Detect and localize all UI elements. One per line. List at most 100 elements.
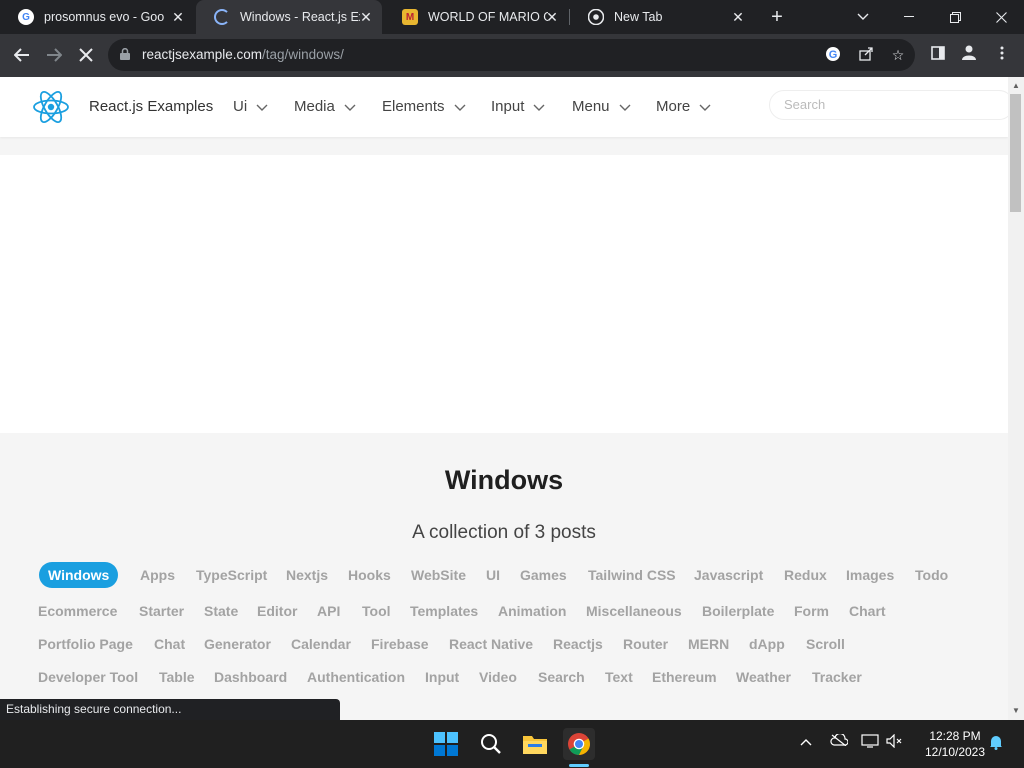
google-lens-icon[interactable]: G: [824, 46, 842, 64]
menu-menu[interactable]: Menu: [572, 98, 631, 115]
react-logo-icon[interactable]: [32, 89, 70, 125]
tag-dapp[interactable]: dApp: [749, 636, 785, 652]
tag-portfolio-page[interactable]: Portfolio Page: [38, 636, 133, 652]
show-hidden-icons-icon[interactable]: [796, 734, 816, 749]
tag-javascript[interactable]: Javascript: [694, 567, 763, 583]
tag-reactjs[interactable]: Reactjs: [553, 636, 603, 652]
tag-search[interactable]: Search: [538, 669, 585, 685]
browser-tab-4[interactable]: New Tab ✕: [570, 0, 754, 34]
volume-muted-icon[interactable]: [885, 733, 905, 751]
bookmark-star-icon[interactable]: ☆: [889, 46, 907, 64]
google-icon: G: [18, 9, 34, 25]
close-tab-icon[interactable]: ✕: [730, 9, 746, 25]
close-tab-icon[interactable]: ✕: [358, 9, 374, 25]
tag-ecommerce[interactable]: Ecommerce: [38, 603, 117, 619]
tag-tracker[interactable]: Tracker: [812, 669, 862, 685]
tag-input[interactable]: Input: [425, 669, 459, 685]
page-scrollbar[interactable]: ▲ ▼: [1008, 77, 1024, 720]
tab-title: prosomnus evo - Goog: [44, 10, 164, 24]
scroll-up-icon[interactable]: ▲: [1008, 79, 1024, 93]
tag-apps[interactable]: Apps: [140, 567, 175, 583]
tag-form[interactable]: Form: [794, 603, 829, 619]
tag-website[interactable]: WebSite: [411, 567, 466, 583]
tag-images[interactable]: Images: [846, 567, 894, 583]
menu-elements[interactable]: Elements: [382, 98, 466, 115]
menu-media[interactable]: Media: [294, 98, 356, 115]
scroll-down-icon[interactable]: ▼: [1008, 704, 1024, 718]
display-icon[interactable]: [860, 734, 880, 751]
tag-windows[interactable]: Windows: [39, 562, 119, 588]
search-icon[interactable]: [475, 728, 507, 760]
menu-ui[interactable]: Ui: [233, 98, 268, 115]
tag-ui[interactable]: UI: [486, 567, 500, 583]
tag-mern[interactable]: MERN: [688, 636, 729, 652]
tag-authentication[interactable]: Authentication: [307, 669, 405, 685]
tag-starter[interactable]: Starter: [139, 603, 184, 619]
scrollbar-thumb[interactable]: [1010, 94, 1021, 212]
tag-miscellaneous[interactable]: Miscellaneous: [586, 603, 682, 619]
close-tab-icon[interactable]: ✕: [170, 9, 186, 25]
share-icon[interactable]: [857, 46, 875, 64]
windows-start-icon[interactable]: [430, 728, 462, 760]
tag-firebase[interactable]: Firebase: [371, 636, 429, 652]
tag-generator[interactable]: Generator: [204, 636, 271, 652]
profile-icon[interactable]: [958, 44, 980, 66]
side-panel-icon[interactable]: [927, 44, 949, 66]
close-window-icon[interactable]: [978, 0, 1024, 34]
search-input[interactable]: Search: [769, 90, 1008, 120]
tag-calendar[interactable]: Calendar: [291, 636, 351, 652]
tag-games[interactable]: Games: [520, 567, 567, 583]
site-brand-link[interactable]: React.js Examples: [89, 98, 213, 115]
menu-more[interactable]: More: [656, 98, 711, 115]
tag-react-native[interactable]: React Native: [449, 636, 533, 652]
forward-icon[interactable]: [40, 41, 68, 69]
minimize-icon[interactable]: [886, 0, 932, 34]
browser-tab-1[interactable]: G prosomnus evo - Goog ✕: [0, 0, 194, 34]
tag-video[interactable]: Video: [479, 669, 517, 685]
browser-tab-2[interactable]: Windows - React.js Exa ✕: [196, 0, 382, 34]
tag-table[interactable]: Table: [159, 669, 195, 685]
back-icon[interactable]: [8, 41, 36, 69]
tag-nextjs[interactable]: Nextjs: [286, 567, 328, 583]
tag-chat[interactable]: Chat: [154, 636, 185, 652]
onedrive-icon[interactable]: [829, 732, 849, 749]
chrome-taskbar-icon[interactable]: [563, 728, 595, 760]
tag-todo[interactable]: Todo: [915, 567, 948, 583]
new-tab-button[interactable]: +: [754, 0, 800, 34]
tag-hooks[interactable]: Hooks: [348, 567, 391, 583]
tag-weather[interactable]: Weather: [736, 669, 791, 685]
file-explorer-icon[interactable]: [519, 728, 551, 760]
tag-text[interactable]: Text: [605, 669, 633, 685]
address-bar[interactable]: reactjsexample.com/tag/windows/ G ☆: [108, 39, 915, 71]
tag-templates[interactable]: Templates: [410, 603, 478, 619]
site-header: React.js Examples Ui Media Elements Inpu…: [0, 77, 1008, 137]
tag-state[interactable]: State: [204, 603, 238, 619]
tag-boilerplate[interactable]: Boilerplate: [702, 603, 774, 619]
stop-loading-icon[interactable]: [72, 41, 100, 69]
tab-title: New Tab: [614, 10, 663, 24]
tag-ethereum[interactable]: Ethereum: [652, 669, 717, 685]
close-tab-icon[interactable]: ✕: [544, 9, 560, 25]
system-clock[interactable]: 12:28 PM 12/10/2023: [914, 728, 996, 760]
tag-chart[interactable]: Chart: [849, 603, 886, 619]
tab-search-icon[interactable]: [840, 0, 886, 34]
chevron-down-icon: [454, 104, 466, 111]
tag-redux[interactable]: Redux: [784, 567, 827, 583]
ad-placeholder: [0, 155, 1008, 433]
notification-bell-icon[interactable]: [986, 734, 1006, 753]
tag-typescript[interactable]: TypeScript: [196, 567, 267, 583]
tag-scroll[interactable]: Scroll: [806, 636, 845, 652]
url-text: reactjsexample.com/tag/windows/: [142, 47, 344, 62]
menu-input[interactable]: Input: [491, 98, 545, 115]
more-menu-icon[interactable]: [991, 44, 1013, 66]
tag-router[interactable]: Router: [623, 636, 668, 652]
tag-editor[interactable]: Editor: [257, 603, 297, 619]
tag-developer-tool[interactable]: Developer Tool: [38, 669, 138, 685]
tag-tool[interactable]: Tool: [362, 603, 391, 619]
tag-dashboard[interactable]: Dashboard: [214, 669, 287, 685]
tag-tailwind-css[interactable]: Tailwind CSS: [588, 567, 676, 583]
tag-animation[interactable]: Animation: [498, 603, 566, 619]
browser-tab-3[interactable]: M WORLD OF MARIO GA ✕: [384, 0, 568, 34]
tag-api[interactable]: API: [317, 603, 340, 619]
restore-icon[interactable]: [932, 0, 978, 34]
